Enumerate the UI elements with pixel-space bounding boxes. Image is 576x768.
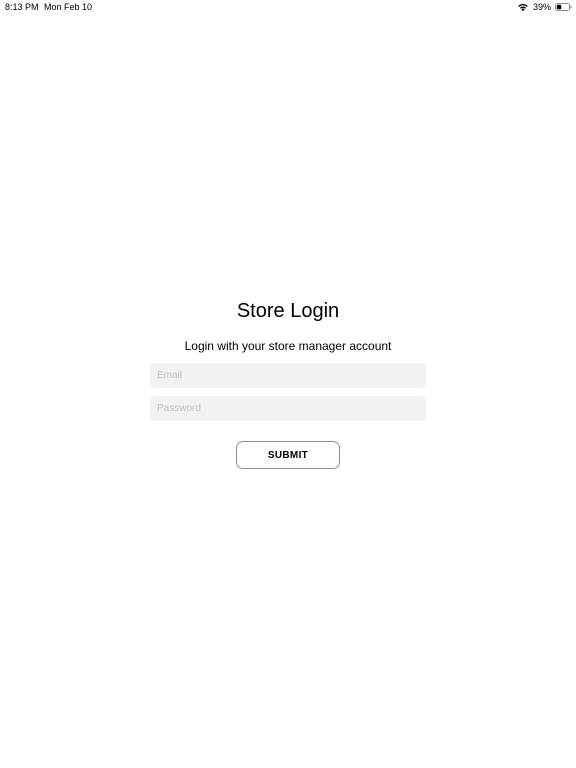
status-time: 8:13 PM — [5, 2, 39, 12]
status-date: Mon Feb 10 — [44, 2, 93, 12]
login-screen: 8:13 PM Mon Feb 10 39% Store Login Login… — [0, 0, 576, 768]
page-title: Store Login — [236, 300, 340, 322]
battery-icon — [555, 3, 572, 11]
submit-button[interactable]: SUBMIT — [236, 441, 340, 469]
wifi-icon — [518, 4, 528, 12]
email-field[interactable] — [150, 363, 426, 388]
battery-percent: 39% — [532, 2, 551, 12]
status-indicators: 39% — [517, 0, 572, 14]
login-subtitle: Login with your store manager account — [184, 339, 392, 353]
password-field[interactable] — [150, 396, 426, 421]
status-bar: 8:13 PM Mon Feb 10 39% — [0, 0, 576, 14]
